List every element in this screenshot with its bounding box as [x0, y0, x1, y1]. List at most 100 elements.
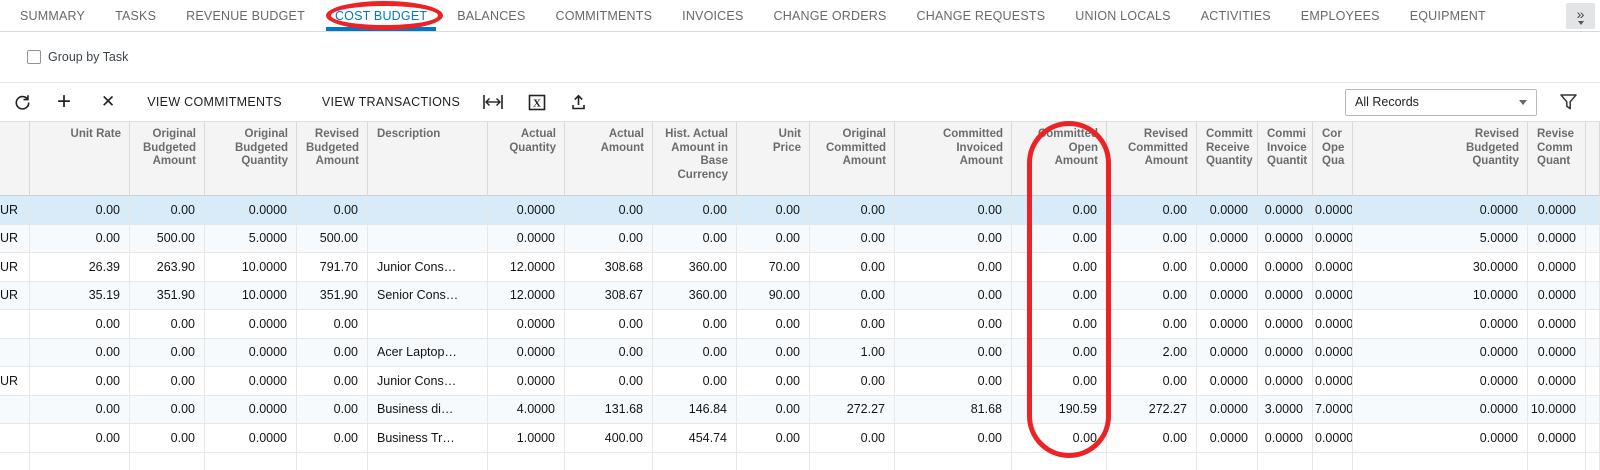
cell-actual-quantity[interactable]: 4.0000: [488, 396, 565, 425]
cell-committed-invoiced-amount[interactable]: 0.00: [895, 424, 1012, 453]
cell-filler[interactable]: [1586, 282, 1600, 311]
cell-actual-amount[interactable]: 131.68: [565, 396, 653, 425]
cell-description[interactable]: Acer Laptop…: [368, 339, 488, 368]
cell-committed-received-quantity[interactable]: 0.0000: [1197, 396, 1258, 425]
delete-row-button[interactable]: ✕: [101, 92, 115, 112]
column-header-actual-amount[interactable]: ActualAmount: [565, 122, 653, 196]
cell-original-budgeted-amount[interactable]: 500.00: [130, 225, 205, 254]
cell-revised-committed-quantity[interactable]: 0.0000: [1528, 367, 1586, 396]
cell-unit-price[interactable]: 0.00: [737, 339, 810, 368]
cell-original-committed-amount[interactable]: 0.00: [810, 253, 895, 282]
tab-commitments[interactable]: COMMITMENTS: [541, 0, 668, 31]
cell-committed-received-quantity[interactable]: 0.0000: [1197, 424, 1258, 453]
column-header-committed-invoiced-quantity[interactable]: CommiInvoiceQuantit: [1258, 122, 1313, 196]
cell-uom[interactable]: [0, 339, 30, 368]
tab-union-locals[interactable]: UNION LOCALS: [1060, 0, 1185, 31]
view-transactions-button[interactable]: VIEW TRANSACTIONS: [314, 89, 468, 115]
cell-revised-committed-amount[interactable]: 0.00: [1107, 310, 1197, 339]
cell-revised-budgeted-quantity[interactable]: 0.0000: [1353, 310, 1528, 339]
cell-actual-quantity[interactable]: 1.0000: [488, 424, 565, 453]
cell-revised-budgeted-quantity[interactable]: 0.0000: [1353, 424, 1528, 453]
cell-description[interactable]: Senior Cons…: [368, 282, 488, 311]
cell-committed-received-quantity[interactable]: 0.0000: [1197, 282, 1258, 311]
cell-revised-budgeted-quantity[interactable]: 0.0000: [1353, 339, 1528, 368]
cell-committed-invoiced-quantity[interactable]: 0.0000: [1258, 367, 1313, 396]
cell-original-committed-amount[interactable]: 272.27: [810, 396, 895, 425]
column-header-committed-open-quantity[interactable]: CorOpeQua: [1313, 122, 1353, 196]
cell-actual-quantity[interactable]: 0.0000: [488, 367, 565, 396]
cell-hist-actual-amount-base-currency[interactable]: 146.84: [653, 396, 737, 425]
column-header-hist-actual-amount-base-currency[interactable]: Hist. ActualAmount inBaseCurrency: [653, 122, 737, 196]
cell-description[interactable]: Business Tr…: [368, 424, 488, 453]
cell-unit-price[interactable]: 90.00: [737, 282, 810, 311]
cell-revised-budgeted-amount[interactable]: 0.00: [297, 310, 368, 339]
cell-committed-invoiced-quantity[interactable]: 0.0000: [1258, 310, 1313, 339]
cell-revised-budgeted-quantity[interactable]: 30.0000: [1353, 253, 1528, 282]
tab-invoices[interactable]: INVOICES: [667, 0, 758, 31]
cell-original-budgeted-quantity[interactable]: 0.0000: [205, 196, 297, 225]
cell-committed-open-quantity[interactable]: 0.0000: [1313, 339, 1353, 368]
cell-revised-committed-quantity[interactable]: 10.0000: [1528, 396, 1586, 425]
cell-unit-rate[interactable]: 35.19: [30, 282, 130, 311]
cell-revised-committed-amount[interactable]: 0.00: [1107, 225, 1197, 254]
cell-original-committed-amount[interactable]: 0.00: [810, 196, 895, 225]
column-header-original-committed-amount[interactable]: OriginalCommittedAmount: [810, 122, 895, 196]
cell-description[interactable]: Junior Cons…: [368, 367, 488, 396]
cell-filler[interactable]: [1586, 225, 1600, 254]
cell-committed-invoiced-quantity[interactable]: 0.0000: [1258, 339, 1313, 368]
cell-committed-received-quantity[interactable]: 0.0000: [1197, 339, 1258, 368]
column-header-original-budgeted-quantity[interactable]: OriginalBudgetedQuantity: [205, 122, 297, 196]
cell-revised-committed-amount[interactable]: 0.00: [1107, 253, 1197, 282]
cell-committed-open-quantity[interactable]: 0.0000: [1313, 253, 1353, 282]
cell-hist-actual-amount-base-currency[interactable]: 0.00: [653, 225, 737, 254]
cell-hist-actual-amount-base-currency[interactable]: 0.00: [653, 339, 737, 368]
cell-original-budgeted-quantity[interactable]: 0.0000: [205, 310, 297, 339]
cell-unit-rate[interactable]: 26.39: [30, 253, 130, 282]
cell-revised-committed-amount[interactable]: 272.27: [1107, 396, 1197, 425]
cell-committed-invoiced-amount[interactable]: 0.00: [895, 367, 1012, 396]
cell-filler[interactable]: [1586, 367, 1600, 396]
cell-committed-open-quantity[interactable]: 0.0000: [1313, 225, 1353, 254]
cell-actual-quantity[interactable]: 0.0000: [488, 310, 565, 339]
cell-actual-amount[interactable]: 308.67: [565, 282, 653, 311]
cell-original-committed-amount[interactable]: 0.00: [810, 424, 895, 453]
cell-description[interactable]: [368, 196, 488, 225]
column-header-revised-budgeted-quantity[interactable]: RevisedBudgetedQuantity: [1353, 122, 1528, 196]
cell-actual-quantity[interactable]: 12.0000: [488, 282, 565, 311]
cell-committed-invoiced-quantity[interactable]: 0.0000: [1258, 424, 1313, 453]
cell-committed-open-quantity[interactable]: 0.0000: [1313, 424, 1353, 453]
cell-committed-open-amount[interactable]: 0.00: [1012, 310, 1107, 339]
cell-revised-committed-quantity[interactable]: 0.0000: [1528, 196, 1586, 225]
tab-revenue-budget[interactable]: REVENUE BUDGET: [171, 0, 320, 31]
column-header-committed-invoiced-amount[interactable]: CommittedInvoicedAmount: [895, 122, 1012, 196]
cell-description[interactable]: Junior Cons…: [368, 253, 488, 282]
export-to-excel-button[interactable]: X: [528, 94, 546, 111]
cell-uom[interactable]: [0, 424, 30, 453]
cell-committed-open-amount[interactable]: 190.59: [1012, 396, 1107, 425]
cell-revised-budgeted-amount[interactable]: 0.00: [297, 396, 368, 425]
cell-hist-actual-amount-base-currency[interactable]: 0.00: [653, 310, 737, 339]
cell-filler[interactable]: [1586, 424, 1600, 453]
cell-uom[interactable]: UR: [0, 225, 30, 254]
add-row-button[interactable]: +: [57, 92, 71, 112]
cell-revised-budgeted-amount[interactable]: 0.00: [297, 367, 368, 396]
tab-balances[interactable]: BALANCES: [442, 0, 540, 31]
cell-revised-budgeted-amount[interactable]: 0.00: [297, 424, 368, 453]
cell-unit-price[interactable]: 0.00: [737, 396, 810, 425]
tab-equipment[interactable]: EQUIPMENT: [1395, 0, 1501, 31]
cell-committed-open-amount[interactable]: 0.00: [1012, 424, 1107, 453]
cell-actual-amount[interactable]: 308.68: [565, 253, 653, 282]
cell-committed-open-quantity[interactable]: 0.0000: [1313, 196, 1353, 225]
cell-hist-actual-amount-base-currency[interactable]: 360.00: [653, 282, 737, 311]
cell-revised-committed-quantity[interactable]: 0.0000: [1528, 424, 1586, 453]
cell-committed-received-quantity[interactable]: 0.0000: [1197, 253, 1258, 282]
cell-committed-invoiced-amount[interactable]: 0.00: [895, 282, 1012, 311]
tab-summary[interactable]: SUMMARY: [5, 0, 100, 31]
cell-revised-committed-quantity[interactable]: 0.0000: [1528, 225, 1586, 254]
column-header-actual-quantity[interactable]: ActualQuantity: [488, 122, 565, 196]
cell-hist-actual-amount-base-currency[interactable]: 360.00: [653, 253, 737, 282]
cell-unit-price[interactable]: 0.00: [737, 196, 810, 225]
cell-uom[interactable]: UR: [0, 367, 30, 396]
cell-committed-invoiced-amount[interactable]: 81.68: [895, 396, 1012, 425]
column-header-unit-rate[interactable]: Unit Rate: [30, 122, 130, 196]
